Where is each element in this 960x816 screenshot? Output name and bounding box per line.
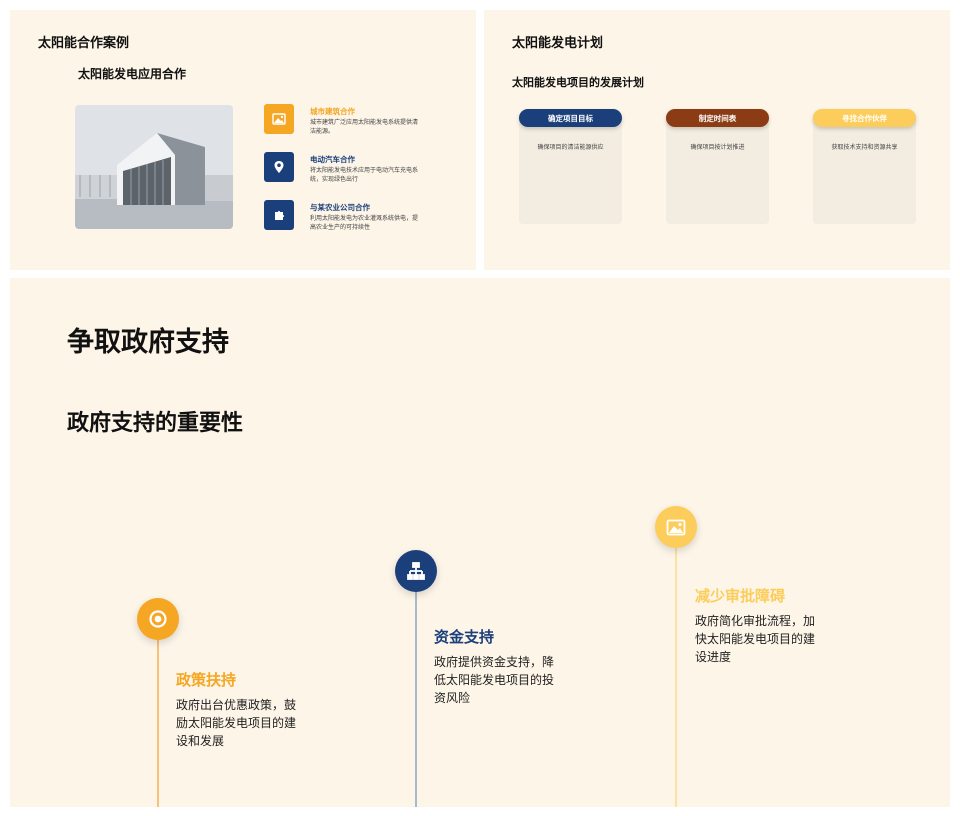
feature-title: 与某农业公司合作 [310,203,370,212]
feature-desc: 城市建筑广泛应用太阳能发电系统提供清洁能源。 [310,119,419,135]
plan-card-label: 寻找合作伙伴 [813,109,916,127]
slide2-subtitle: 太阳能发电项目的发展计划 [512,76,644,89]
timeline-title: 资金支持 [434,628,495,646]
slide-solar-plan: 太阳能发电计划 太阳能发电项目的发展计划 确定项目目标 确保项目的清洁能源供应 … [484,10,950,270]
slide3-subtitle: 政府支持的重要性 [67,411,244,436]
timeline-line [675,547,677,807]
plan-card-label: 确定项目目标 [519,109,622,127]
timeline-line [157,618,159,807]
slide3-title: 争取政府支持 [67,327,229,358]
feature-desc: 利用太阳能发电为农业灌溉系统供电，提高农业生产的可持续性 [310,215,419,231]
feature-title: 城市建筑合作 [310,107,355,116]
puzzle-icon [264,200,294,230]
timeline-title: 减少审批障碍 [695,587,786,605]
plan-card-desc: 确保项目按计划推进 [690,144,745,151]
timeline-line [415,570,417,807]
plan-card [813,112,916,224]
hierarchy-icon [395,550,437,592]
target-icon [137,598,179,640]
location-pin-icon [264,152,294,182]
image-icon [655,506,697,548]
slide1-title: 太阳能合作案例 [38,36,130,51]
timeline-desc: 政府出台优惠政策，鼓励太阳能发电项目的建设和发展 [176,698,297,748]
plan-card [666,112,769,224]
plan-card-label: 制定时间表 [666,109,769,127]
feature-title: 电动汽车合作 [310,155,355,164]
timeline-desc: 政府简化审批流程，加快太阳能发电项目的建设进度 [695,614,816,664]
timeline-desc: 政府提供资金支持，降低太阳能发电项目的投资风险 [434,655,555,705]
building-photo [75,105,233,229]
slide-solar-cooperation-cases: 太阳能合作案例 太阳能发电应用合作 城市建筑合作 城市建筑广泛应用太阳能发电系统… [10,10,476,270]
plan-card [519,112,622,224]
plan-card-desc: 确保项目的清洁能源供应 [537,144,604,151]
plan-card-desc: 获取技术支持和资源共享 [831,144,898,151]
slide2-title: 太阳能发电计划 [512,36,604,51]
slide1-subtitle: 太阳能发电应用合作 [78,67,187,81]
feature-desc: 将太阳能发电技术应用于电动汽车充电系统，实现绿色出行 [310,167,419,183]
slide-government-support: 争取政府支持 政府支持的重要性 政策扶持 政府出台优惠政策，鼓励太阳能发电项目的… [10,278,950,807]
timeline-title: 政策扶持 [176,671,237,689]
image-icon [264,104,294,134]
